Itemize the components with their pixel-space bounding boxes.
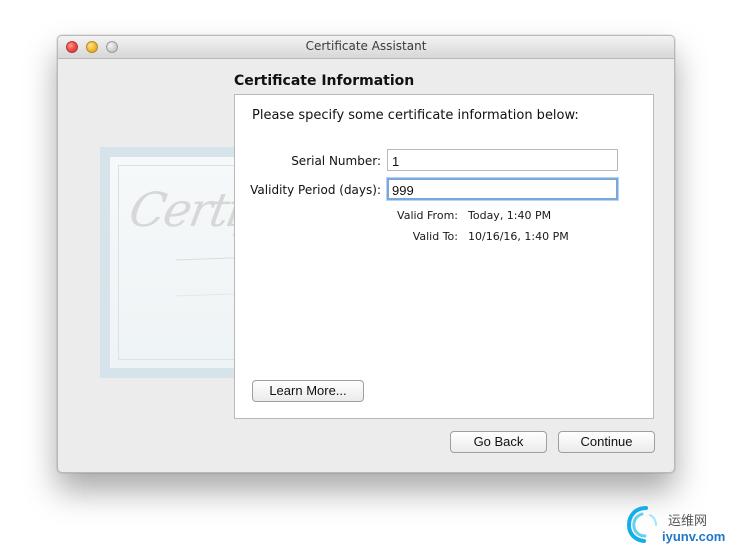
valid-from-value: Today, 1:40 PM (468, 209, 552, 222)
window-titlebar[interactable]: Certificate Assistant (58, 36, 674, 59)
window-title: Certificate Assistant (305, 39, 427, 53)
certificate-assistant-window: Certificate Assistant Certificate Certif… (57, 35, 675, 473)
go-back-button[interactable]: Go Back (450, 431, 547, 453)
site-watermark: 运维网 iyunv.com (626, 505, 730, 550)
instructions-text: Please specify some certificate informat… (252, 108, 579, 123)
validity-period-field[interactable] (387, 178, 618, 200)
serial-number-label: Serial Number: (291, 154, 381, 168)
desktop-screenshot: Certificate Assistant Certificate Certif… (0, 0, 730, 550)
section-title: Certificate Information (234, 73, 415, 89)
valid-to-value: 10/16/16, 1:40 PM (468, 230, 569, 243)
watermark-chinese-text: 运维网 (668, 514, 708, 529)
learn-more-button[interactable]: Learn More... (252, 380, 364, 402)
continue-button[interactable]: Continue (558, 431, 655, 453)
certificate-information-panel: Please specify some certificate informat… (234, 94, 654, 419)
serial-number-field[interactable] (387, 149, 618, 171)
watermark-domain-text: iyunv.com (662, 529, 726, 544)
validity-period-label: Validity Period (days): (250, 183, 381, 197)
watermark-logo-icon (626, 506, 657, 543)
valid-to-label: Valid To: (412, 230, 458, 243)
valid-from-label: Valid From: (397, 209, 458, 222)
